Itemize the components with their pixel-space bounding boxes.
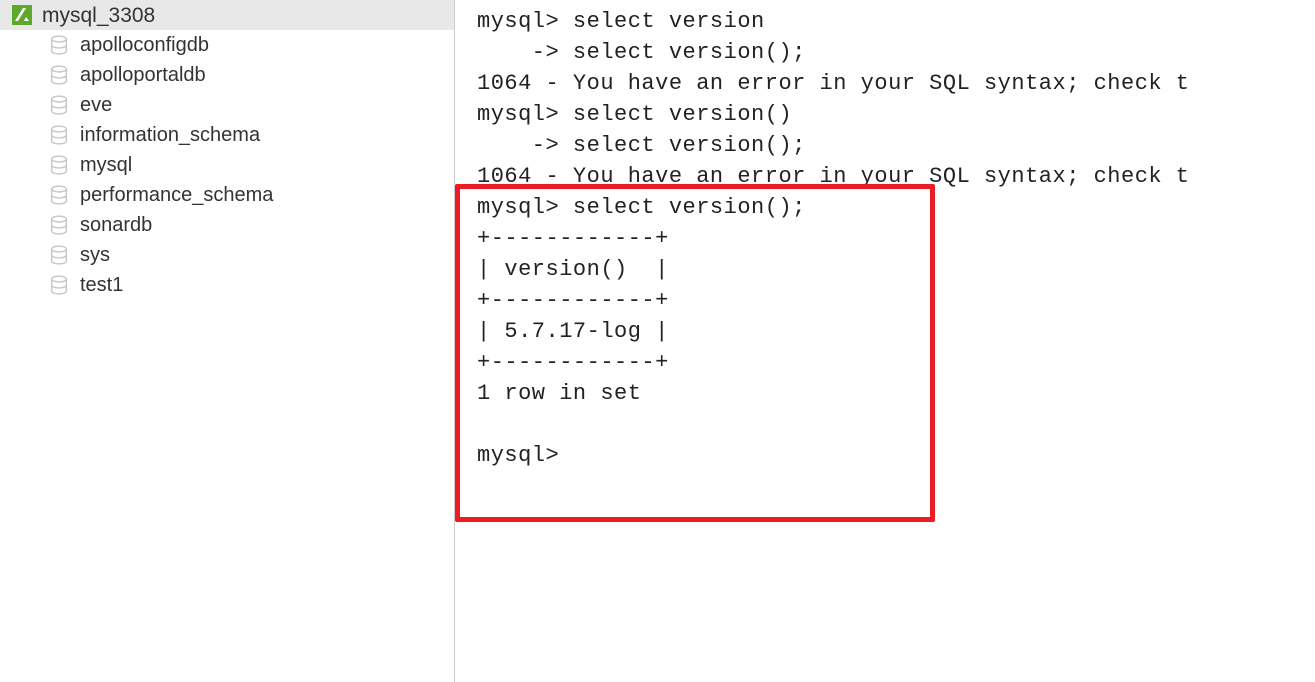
database-label: sonardb: [80, 215, 152, 235]
connection-item[interactable]: mysql_3308: [0, 0, 454, 30]
connection-label: mysql_3308: [42, 5, 155, 26]
database-item-sonardb[interactable]: sonardb: [0, 210, 454, 240]
database-label: sys: [80, 245, 110, 265]
database-label: eve: [80, 95, 112, 115]
database-icon: [48, 124, 70, 146]
connection-icon: [10, 3, 34, 27]
console-pane[interactable]: mysql> select version -> select version(…: [455, 0, 1315, 682]
database-item-apolloportaldb[interactable]: apolloportaldb: [0, 60, 454, 90]
database-icon: [48, 94, 70, 116]
database-item-sys[interactable]: sys: [0, 240, 454, 270]
database-icon: [48, 214, 70, 236]
database-label: performance_schema: [80, 185, 273, 205]
database-icon: [48, 154, 70, 176]
database-label: mysql: [80, 155, 132, 175]
database-label: apolloportaldb: [80, 65, 206, 85]
database-sidebar: mysql_3308 apolloconfigdb apolloportaldb…: [0, 0, 455, 682]
database-item-performance-schema[interactable]: performance_schema: [0, 180, 454, 210]
database-icon: [48, 244, 70, 266]
database-icon: [48, 64, 70, 86]
database-item-test1[interactable]: test1: [0, 270, 454, 300]
database-icon: [48, 34, 70, 56]
database-icon: [48, 184, 70, 206]
database-item-mysql[interactable]: mysql: [0, 150, 454, 180]
database-item-eve[interactable]: eve: [0, 90, 454, 120]
database-label: information_schema: [80, 125, 260, 145]
console-output[interactable]: mysql> select version -> select version(…: [477, 6, 1315, 471]
database-label: test1: [80, 275, 123, 295]
database-label: apolloconfigdb: [80, 35, 209, 55]
database-item-apolloconfigdb[interactable]: apolloconfigdb: [0, 30, 454, 60]
database-item-information-schema[interactable]: information_schema: [0, 120, 454, 150]
database-icon: [48, 274, 70, 296]
